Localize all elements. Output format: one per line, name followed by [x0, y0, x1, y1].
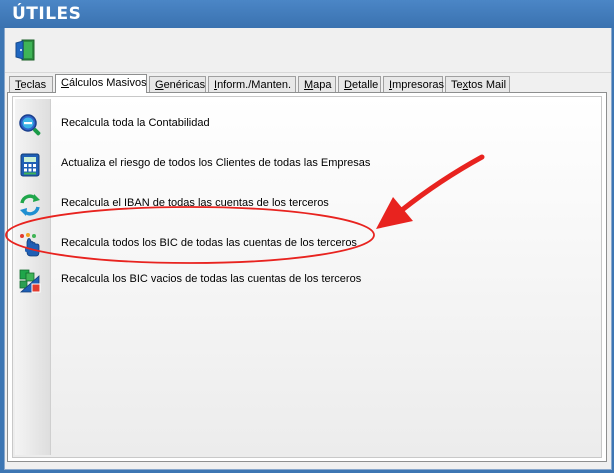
action-icon-bic-vacios[interactable]: [16, 267, 44, 295]
tab-inform-label: nform./Manten.: [217, 79, 292, 91]
bic-blocks-icon: [19, 269, 41, 293]
tab-teclas-label: eclas: [20, 79, 47, 91]
action-actualiza-riesgo[interactable]: Actualiza el riesgo de todos los Cliente…: [61, 157, 370, 169]
window-client-area: Teclas Cálculos Masivos Genéricas Inform…: [4, 28, 612, 470]
tab-panel-calculos-masivos: Recalcula toda la Contabilidad Actualiza…: [7, 92, 607, 462]
tab-inform-manten[interactable]: Inform./Manten.: [208, 76, 296, 92]
tab-calculos-accel: C: [61, 77, 69, 89]
window-title: ÚTILES: [12, 4, 82, 24]
action-icon-riesgo[interactable]: [16, 151, 44, 179]
tab-impresoras-label: mpresoras: [392, 79, 445, 91]
action-recalcula-bic-vacios[interactable]: Recalcula los BIC vacios de todas las cu…: [61, 273, 361, 285]
action-icon-iban[interactable]: [16, 191, 44, 219]
calculator-icon: [20, 153, 40, 177]
tab-calculos-masivos[interactable]: Cálculos Masivos: [55, 74, 147, 93]
action-icon-contabilidad[interactable]: [16, 111, 44, 139]
tab-teclas[interactable]: Teclas: [9, 76, 53, 92]
exit-button[interactable]: [11, 36, 39, 64]
tab-calculos-label: álculos Masivos: [68, 77, 147, 89]
action-recalcula-bic[interactable]: Recalcula todos los BIC de todas las cue…: [61, 237, 357, 249]
tab-genericas[interactable]: Genéricas: [149, 76, 206, 92]
tab-detalle-label: etalle: [351, 79, 379, 91]
tab-mapa-accel: M: [304, 79, 314, 91]
actions-list: Recalcula toda la Contabilidad Actualiza…: [12, 96, 602, 458]
action-icon-bic[interactable]: [16, 231, 44, 259]
tab-mapa[interactable]: Mapa: [298, 76, 336, 92]
toolbar: [5, 28, 611, 73]
title-bar: ÚTILES: [0, 0, 614, 28]
tab-strip: Teclas Cálculos Masivos Genéricas Inform…: [7, 74, 607, 93]
action-recalcula-contabilidad[interactable]: Recalcula toda la Contabilidad: [61, 117, 210, 129]
action-recalcula-iban[interactable]: Recalcula el IBAN de todas las cuentas d…: [61, 197, 329, 209]
tab-genericas-label: enéricas: [163, 79, 206, 91]
hand-pointer-icon: [20, 233, 40, 257]
tab-textos-mail[interactable]: Textos Mail: [445, 76, 510, 92]
utiles-window: ÚTILES Teclas Cálculos Masivos Genéricas: [0, 0, 614, 473]
tab-textos-pre: Te: [451, 79, 463, 91]
refresh-arrows-icon: [20, 194, 40, 216]
tab-mapa-label: apa: [313, 79, 332, 91]
tab-impresoras[interactable]: Impresoras: [383, 76, 445, 92]
tab-genericas-accel: G: [155, 79, 164, 91]
tab-detalle-accel: D: [344, 79, 352, 91]
magnifier-minus-icon: [19, 114, 41, 136]
exit-door-icon: [15, 39, 35, 61]
tab-textos-label: tos Mail: [468, 79, 507, 91]
tab-detalle[interactable]: Detalle: [338, 76, 381, 92]
